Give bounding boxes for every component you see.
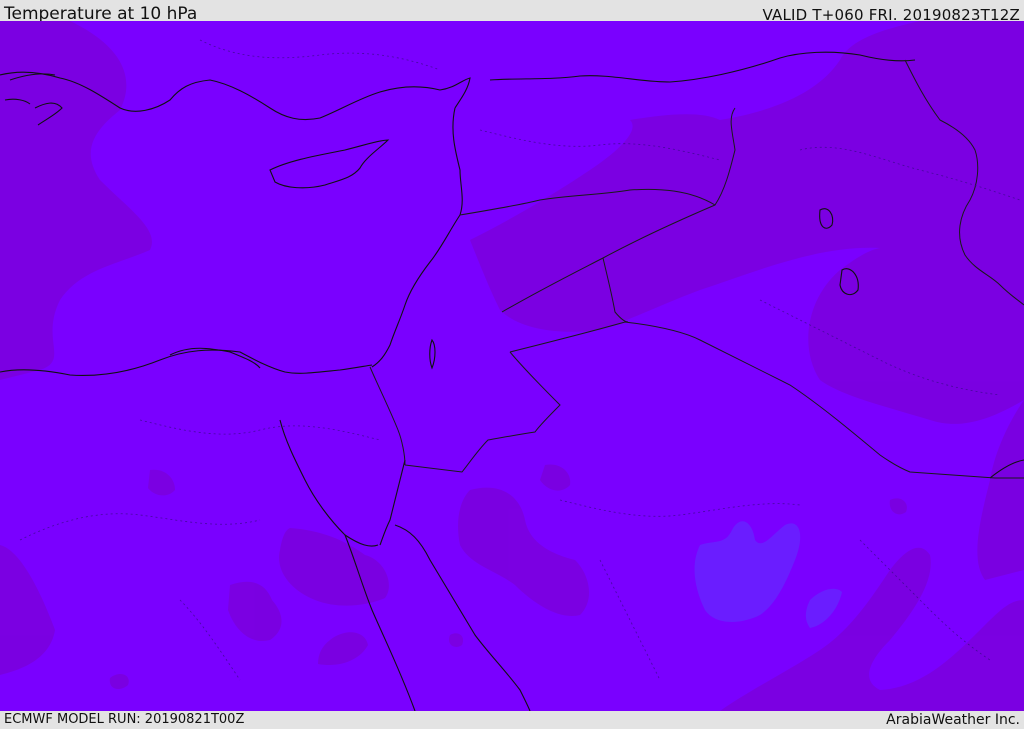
warm-zone-small-e [449,633,464,647]
weather-map[interactable] [0,21,1024,711]
map-canvas [0,21,1024,711]
footer-bar: ECMWF MODEL RUN: 20190821T00Z ArabiaWeat… [0,711,1024,729]
model-run-label: ECMWF MODEL RUN: 20190821T00Z [4,712,245,727]
credit-label: ArabiaWeather Inc. [886,712,1020,728]
header-bar: Temperature at 10 hPa VALID T+060 FRI. 2… [0,0,1024,24]
